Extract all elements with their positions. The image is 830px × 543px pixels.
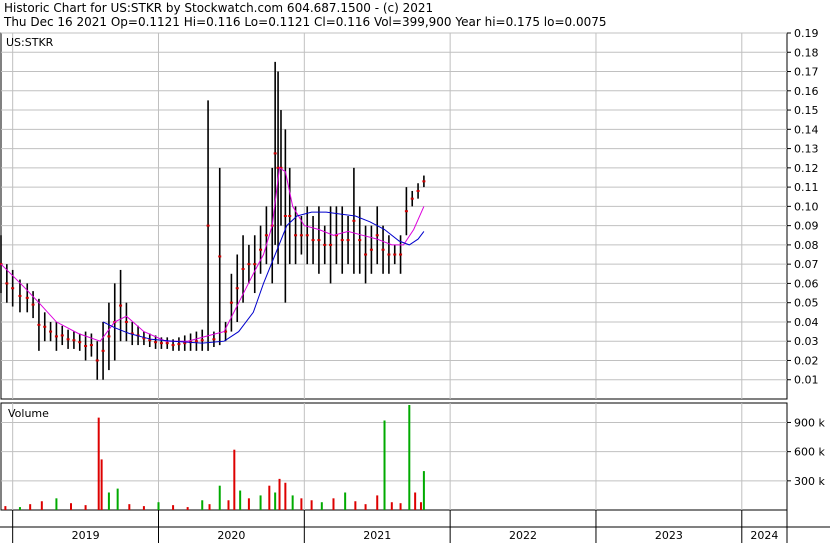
price-y-tick-label: 0.09 bbox=[794, 220, 819, 233]
x-axis: 2019 2020 2021 2022 2023 2024 bbox=[0, 510, 830, 543]
price-close-marker bbox=[253, 263, 257, 266]
price-close-marker bbox=[329, 243, 333, 246]
price-close-marker bbox=[422, 180, 426, 183]
x-tick-label: 2023 bbox=[655, 529, 683, 542]
price-close-marker bbox=[399, 253, 403, 256]
price-y-tick-label: 0.13 bbox=[794, 143, 819, 156]
price-close-marker bbox=[177, 343, 181, 346]
volume-y-axis: 300 k 600 k 900 k bbox=[787, 416, 825, 488]
price-y-tick-label: 0.04 bbox=[794, 316, 819, 329]
price-close-marker bbox=[31, 303, 35, 306]
x-tick-label: 2024 bbox=[750, 529, 778, 542]
price-y-tick-label: 0.05 bbox=[794, 297, 819, 310]
price-close-marker bbox=[387, 253, 391, 256]
price-close-marker bbox=[364, 253, 368, 256]
price-close-marker bbox=[311, 239, 315, 242]
price-close-marker bbox=[171, 344, 175, 347]
stock-chart: US:STKR 0.01 0.02 0.03 0.04 0.05 0.06 0.07 0.08… bbox=[0, 27, 830, 543]
price-y-tick-label: 0.10 bbox=[794, 200, 819, 213]
price-close-marker bbox=[119, 304, 123, 307]
price-close-marker bbox=[352, 219, 356, 222]
price-close-marker bbox=[54, 335, 58, 338]
price-close-marker bbox=[218, 255, 222, 258]
price-y-tick-label: 0.02 bbox=[794, 354, 819, 367]
price-close-marker bbox=[346, 239, 350, 242]
price-y-tick-label: 0.16 bbox=[794, 85, 819, 98]
price-close-marker bbox=[200, 339, 204, 342]
price-y-tick-label: 0.01 bbox=[794, 374, 819, 387]
price-y-axis: 0.01 0.02 0.03 0.04 0.05 0.06 0.07 0.08 0.09 0.10… bbox=[787, 27, 819, 387]
price-y-tick-label: 0.15 bbox=[794, 104, 819, 117]
price-close-marker bbox=[299, 234, 303, 237]
price-close-marker bbox=[247, 263, 251, 266]
price-close-marker bbox=[381, 248, 385, 251]
price-y-tick-label: 0.19 bbox=[794, 27, 819, 40]
price-y-tick-label: 0.06 bbox=[794, 277, 819, 290]
price-close-marker bbox=[194, 340, 198, 343]
price-close-marker bbox=[43, 325, 47, 328]
volume-y-tick-label: 600 k bbox=[794, 446, 825, 459]
price-close-marker bbox=[410, 197, 414, 200]
price-close-marker bbox=[404, 210, 408, 213]
price-close-marker bbox=[273, 152, 277, 155]
price-close-marker bbox=[317, 239, 321, 242]
price-y-tick-label: 0.12 bbox=[794, 162, 819, 175]
price-panel-title: US:STKR bbox=[6, 36, 54, 49]
price-close-marker bbox=[241, 267, 245, 270]
price-close-marker bbox=[305, 234, 309, 237]
volume-panel-frame bbox=[0, 402, 788, 511]
price-y-tick-label: 0.11 bbox=[794, 181, 819, 194]
price-close-marker bbox=[72, 339, 76, 342]
price-panel-frame bbox=[0, 32, 788, 400]
price-close-marker bbox=[89, 344, 93, 347]
price-close-marker bbox=[124, 320, 128, 323]
price-close-marker bbox=[416, 189, 420, 192]
price-y-tick-label: 0.08 bbox=[794, 239, 819, 252]
price-close-marker bbox=[18, 294, 22, 297]
price-close-marker bbox=[235, 287, 239, 290]
price-close-marker bbox=[288, 215, 292, 217]
price-close-marker bbox=[159, 342, 163, 345]
x-tick-label: 2019 bbox=[72, 529, 100, 542]
volume-panel-title: Volume bbox=[8, 407, 49, 420]
price-y-tick-label: 0.17 bbox=[794, 66, 819, 79]
price-close-marker bbox=[107, 335, 111, 338]
price-close-marker bbox=[154, 341, 158, 344]
price-close-marker bbox=[37, 323, 41, 326]
x-tick-label: 2020 bbox=[217, 529, 245, 542]
price-close-marker bbox=[95, 359, 99, 362]
price-close-marker bbox=[375, 234, 379, 237]
price-close-marker bbox=[165, 342, 169, 345]
price-close-marker bbox=[78, 341, 82, 344]
price-close-marker bbox=[212, 338, 216, 341]
price-close-marker bbox=[5, 282, 9, 285]
price-close-marker bbox=[84, 345, 88, 348]
price-close-marker bbox=[369, 248, 373, 251]
price-close-marker bbox=[206, 224, 210, 227]
price-close-marker bbox=[259, 248, 263, 251]
price-close-marker bbox=[25, 296, 29, 299]
price-close-marker bbox=[294, 234, 298, 237]
price-close-marker bbox=[264, 234, 268, 237]
x-tick-label: 2021 bbox=[363, 529, 391, 542]
volume-y-tick-label: 900 k bbox=[794, 416, 825, 429]
price-y-tick-label: 0.07 bbox=[794, 258, 819, 271]
price-close-marker bbox=[229, 301, 233, 304]
price-close-marker bbox=[66, 338, 70, 341]
price-close-marker bbox=[101, 349, 105, 352]
price-close-marker bbox=[283, 215, 287, 217]
price-close-marker bbox=[60, 334, 64, 337]
price-close-marker bbox=[340, 239, 344, 242]
price-close-marker bbox=[11, 287, 15, 290]
price-close-marker bbox=[358, 239, 362, 242]
price-y-tick-label: 0.14 bbox=[794, 123, 819, 136]
price-y-tick-label: 0.03 bbox=[794, 335, 819, 348]
x-tick-label: 2022 bbox=[509, 529, 537, 542]
price-close-marker bbox=[393, 253, 397, 256]
volume-y-tick-label: 300 k bbox=[794, 475, 825, 488]
price-y-tick-label: 0.18 bbox=[794, 46, 819, 59]
price-close-marker bbox=[49, 330, 53, 333]
price-close-marker bbox=[323, 243, 327, 246]
